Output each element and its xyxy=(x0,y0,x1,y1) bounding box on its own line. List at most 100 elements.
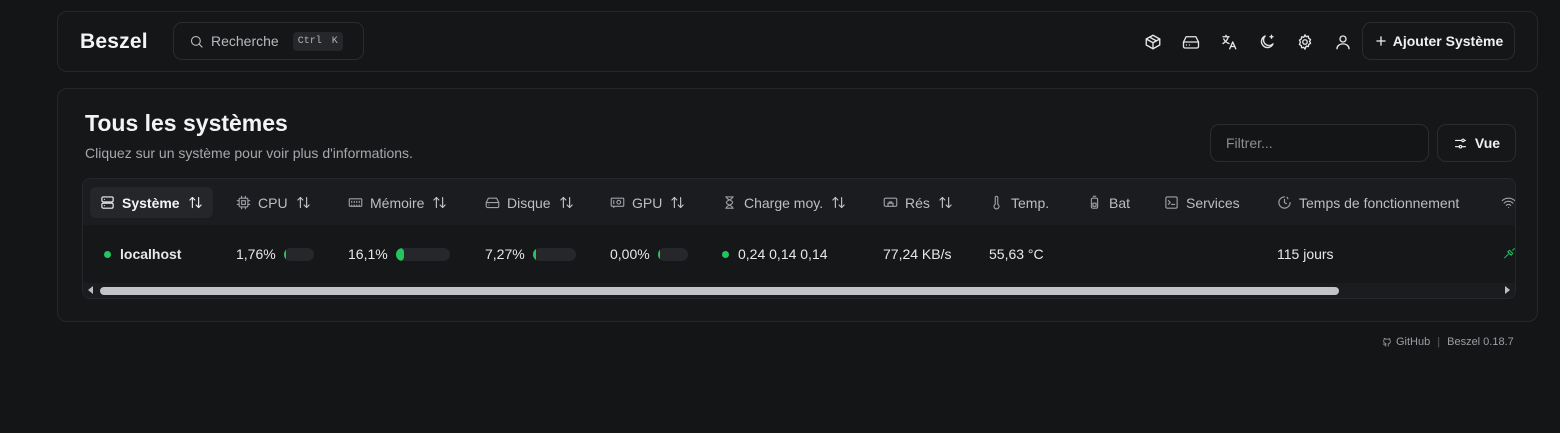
cpu-meter xyxy=(283,247,314,261)
sort-icon xyxy=(559,196,573,209)
footer-separator: | xyxy=(1437,336,1441,348)
sort-icon xyxy=(188,196,202,209)
temp-value: 55,63 °C xyxy=(989,246,1044,262)
column-header-gpu[interactable]: GPU xyxy=(610,187,685,218)
github-icon xyxy=(1382,337,1391,347)
kbd-ctrl: Ctrl xyxy=(297,35,322,47)
page-title: Tous les systèmes xyxy=(85,110,288,136)
cpu-meter-fill xyxy=(283,247,286,261)
memory-icon xyxy=(348,198,363,207)
plus-icon xyxy=(1376,36,1386,46)
thermometer-icon xyxy=(993,195,1000,210)
column-header-cpu[interactable]: CPU xyxy=(236,187,311,218)
translate-icon xyxy=(1222,34,1237,50)
cpu-icon xyxy=(236,195,251,210)
wifi-icon xyxy=(1501,197,1515,209)
disks-button[interactable] xyxy=(1172,31,1210,53)
column-header-load[interactable]: Charge moy. xyxy=(722,187,846,218)
uptime-cell: 115 jours xyxy=(1277,246,1334,262)
sort-icon xyxy=(939,196,952,209)
search-icon xyxy=(190,35,203,48)
top-navbar: Beszel Recherche Ctrl K Ajouter Système xyxy=(57,11,1538,72)
column-header-system[interactable]: Système xyxy=(90,187,213,218)
containers-icon xyxy=(1145,34,1161,50)
hourglass-icon xyxy=(725,196,734,209)
battery-icon xyxy=(1090,195,1099,209)
load-status-dot xyxy=(722,250,729,258)
footer: GitHub | Beszel 0.18.7 xyxy=(1382,336,1514,348)
table-row[interactable]: localhost 1,76% 16,1% 7,27% 0,00% 0,24 0… xyxy=(83,225,1515,283)
language-button[interactable] xyxy=(1210,31,1248,53)
memory-meter-fill xyxy=(395,247,405,261)
sort-icon xyxy=(296,196,310,209)
gpu-cell: 0,00% xyxy=(610,246,688,262)
column-label: Bat xyxy=(1109,194,1131,211)
memory-cell: 16,1% xyxy=(348,246,450,262)
network-cell: 77,24 KB/s xyxy=(883,246,952,262)
disk-value: 7,27% xyxy=(485,246,525,262)
drive-icon xyxy=(485,197,500,209)
systems-table: Système CPU Mémoire Disque GPU Charge mo… xyxy=(82,178,1516,299)
server-icon xyxy=(101,196,114,209)
gpu-meter-fill xyxy=(657,247,660,261)
settings-icon xyxy=(1298,34,1312,50)
disk-meter-fill xyxy=(532,247,536,261)
column-header-disk[interactable]: Disque xyxy=(485,187,574,218)
table-header: Système CPU Mémoire Disque GPU Charge mo… xyxy=(83,179,1515,225)
column-label: CPU xyxy=(258,194,288,211)
cpu-value: 1,76% xyxy=(236,246,276,262)
column-label: Temps de fonctionnement xyxy=(1299,194,1460,211)
network-icon xyxy=(883,197,898,207)
horizontal-scrollbar[interactable] xyxy=(83,283,1515,298)
memory-value: 16,1% xyxy=(348,246,388,262)
kbd-k: K xyxy=(331,35,338,47)
theme-toggle-button[interactable] xyxy=(1248,31,1286,53)
clock-icon xyxy=(1278,196,1291,209)
gpu-meter xyxy=(657,247,688,261)
disk-cell: 7,27% xyxy=(485,246,576,262)
containers-button[interactable] xyxy=(1134,31,1172,53)
filter-input[interactable] xyxy=(1210,124,1429,162)
settings-button[interactable] xyxy=(1286,31,1324,53)
sort-icon xyxy=(832,196,845,209)
user-menu-button[interactable] xyxy=(1324,31,1362,53)
column-header-uptime[interactable]: Temps de fonctionnement xyxy=(1277,187,1459,218)
search-button[interactable]: Recherche Ctrl K xyxy=(173,22,364,60)
scroll-right-arrow[interactable] xyxy=(1505,286,1510,294)
column-header-battery[interactable]: Bat xyxy=(1087,187,1130,218)
view-options-button[interactable]: Vue xyxy=(1437,124,1516,162)
drive-icon xyxy=(1182,36,1200,49)
version-link[interactable]: Beszel 0.18.7 xyxy=(1447,336,1514,348)
scrollbar-thumb[interactable] xyxy=(100,287,1339,295)
theme-icon xyxy=(1260,34,1274,49)
cpu-cell: 1,76% xyxy=(236,246,314,262)
github-link[interactable]: GitHub xyxy=(1396,336,1430,348)
column-header-memory[interactable]: Mémoire xyxy=(348,187,447,218)
column-label: Mémoire xyxy=(370,194,425,211)
column-header-services[interactable]: Services xyxy=(1164,187,1240,218)
column-label: Rés xyxy=(905,194,930,211)
column-label: Système xyxy=(122,194,180,211)
gpu-value: 0,00% xyxy=(610,246,650,262)
column-header-network[interactable]: Rés xyxy=(883,187,953,218)
load-value: 0,24 0,14 0,14 xyxy=(738,246,828,262)
connection-icon xyxy=(1504,248,1515,259)
sort-icon xyxy=(433,196,447,209)
systems-card: Tous les systèmes Cliquez sur un système… xyxy=(57,88,1538,322)
terminal-icon xyxy=(1165,196,1178,209)
view-label: Vue xyxy=(1474,135,1501,151)
disk-meter xyxy=(532,247,576,261)
system-name-cell[interactable]: localhost xyxy=(104,246,181,262)
beszel-logo[interactable]: Beszel xyxy=(80,30,148,54)
load-cell: 0,24 0,14 0,14 xyxy=(722,246,828,262)
temp-cell: 55,63 °C xyxy=(989,246,1044,262)
add-system-button[interactable]: Ajouter Système xyxy=(1362,22,1515,60)
connection-cell xyxy=(1503,247,1515,260)
column-label: Temp. xyxy=(1011,194,1050,211)
uptime-value: 115 jours xyxy=(1277,246,1334,262)
network-value: 77,24 KB/s xyxy=(883,246,952,262)
scroll-left-arrow[interactable] xyxy=(88,286,93,294)
column-header-more[interactable] xyxy=(1501,187,1515,218)
add-system-label: Ajouter Système xyxy=(1392,33,1504,49)
column-header-temp[interactable]: Temp. xyxy=(989,187,1049,218)
